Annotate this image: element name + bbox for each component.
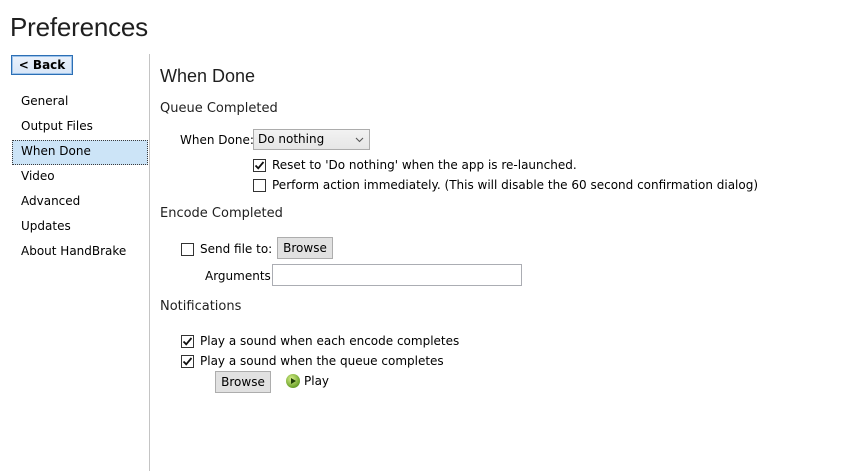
queue-sound-row: Play a sound when the queue completes [181, 354, 444, 368]
checkmark-icon [182, 336, 193, 346]
encode-sound-row: Play a sound when each encode completes [181, 334, 459, 348]
sidebar-item-output-files[interactable]: Output Files [12, 115, 148, 140]
sidebar-item-video[interactable]: Video [12, 165, 148, 190]
sidebar-item-general[interactable]: General [12, 90, 148, 115]
encode-sound-label: Play a sound when each encode completes [200, 334, 460, 348]
when-done-select[interactable]: Do nothing [253, 129, 370, 150]
when-done-select-value: Do nothing [258, 132, 325, 146]
reset-on-relaunch-checkbox[interactable] [253, 158, 266, 172]
notifications-heading: Notifications [160, 299, 242, 314]
back-button[interactable]: < Back [11, 55, 73, 75]
perform-immediately-row: Perform action immediately. (This will d… [253, 178, 758, 192]
when-done-label: When Done: [180, 133, 254, 147]
arguments-input[interactable] [272, 264, 522, 286]
play-label: Play [304, 374, 330, 388]
sidebar-item-about[interactable]: About HandBrake [12, 240, 148, 265]
play-icon [286, 374, 300, 388]
queue-sound-checkbox[interactable] [181, 354, 194, 368]
page-heading: When Done [160, 66, 256, 86]
sidebar-item-when-done[interactable]: When Done [12, 140, 148, 165]
sidebar-divider [149, 54, 150, 471]
perform-immediately-label: Perform action immediately. (This will d… [272, 178, 759, 192]
reset-on-relaunch-label: Reset to 'Do nothing' when the app is re… [272, 158, 577, 172]
encode-completed-heading: Encode Completed [160, 206, 283, 221]
sidebar-nav: General Output Files When Done Video Adv… [12, 90, 148, 265]
send-file-row: Send file to: [181, 242, 272, 256]
sound-browse-button[interactable]: Browse [215, 371, 271, 393]
sidebar-item-updates[interactable]: Updates [12, 215, 148, 240]
checkmark-icon [254, 160, 265, 170]
send-file-checkbox[interactable] [181, 242, 194, 256]
chevron-down-icon [355, 130, 364, 157]
sidebar-item-advanced[interactable]: Advanced [12, 190, 148, 215]
queue-completed-heading: Queue Completed [160, 101, 278, 116]
send-file-browse-button[interactable]: Browse [277, 237, 333, 259]
play-sound-button[interactable]: Play [286, 374, 329, 388]
window-title: Preferences [10, 12, 148, 42]
encode-sound-checkbox[interactable] [181, 334, 194, 348]
reset-on-relaunch-row: Reset to 'Do nothing' when the app is re… [253, 158, 577, 172]
arguments-label: Arguments: [205, 269, 275, 283]
queue-sound-label: Play a sound when the queue completes [200, 354, 444, 368]
send-file-label: Send file to: [200, 242, 273, 256]
perform-immediately-checkbox[interactable] [253, 178, 266, 192]
checkmark-icon [182, 356, 193, 366]
